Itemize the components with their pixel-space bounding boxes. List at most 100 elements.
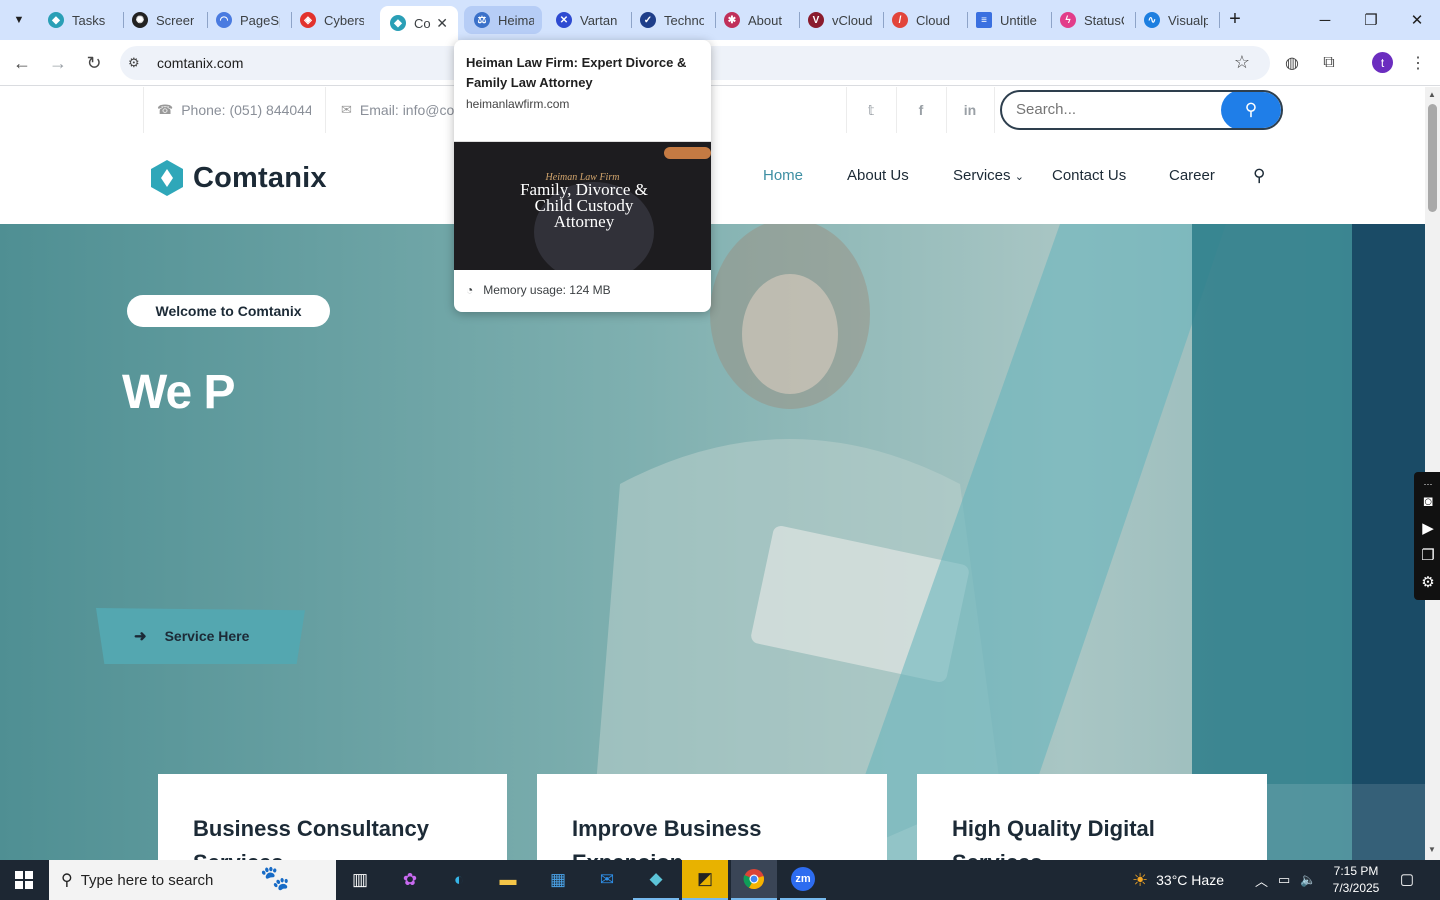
meerkat-illustration-icon: 🐾 bbox=[260, 865, 290, 892]
tab-about[interactable]: ✱ About bbox=[714, 6, 798, 34]
copilot-icon[interactable]: ✿ bbox=[387, 860, 433, 900]
reload-button[interactable]: ↻ bbox=[80, 49, 108, 77]
docs-icon: ≡ bbox=[976, 12, 992, 28]
taskbar-search-placeholder: Type here to search bbox=[80, 871, 214, 889]
network-icon[interactable]: ▭ bbox=[1278, 860, 1290, 900]
chevron-down-icon: ▼ bbox=[13, 14, 25, 26]
back-button[interactable]: ← bbox=[8, 49, 36, 77]
nav-contact-us[interactable]: Contact Us bbox=[1052, 167, 1126, 184]
service-here-button[interactable]: ➜ Service Here bbox=[96, 608, 305, 664]
scroll-up-icon[interactable]: ▲ bbox=[1428, 90, 1436, 99]
url-text[interactable]: comtanix.com bbox=[157, 55, 243, 71]
tab-label: Untitle bbox=[1000, 12, 1037, 28]
extensions-puzzle-icon[interactable]: ⧉ bbox=[1318, 52, 1340, 74]
weather-text: 33°C Haze bbox=[1156, 872, 1224, 888]
tab-techno[interactable]: ✓ Techno bbox=[630, 6, 714, 34]
tool-drag-icon[interactable]: ⋯ bbox=[1418, 474, 1438, 494]
phone-contact[interactable]: ☎ Phone: (051) 8440443 bbox=[157, 87, 311, 133]
tab-tasks[interactable]: ◆ Tasks bbox=[38, 6, 122, 34]
site-logo[interactable]: Comtanix bbox=[148, 159, 327, 197]
linkedin-icon[interactable]: in bbox=[959, 99, 981, 121]
chrome-logo-icon bbox=[743, 869, 764, 890]
nav-career[interactable]: Career bbox=[1169, 167, 1215, 184]
chevron-down-icon: ⌄ bbox=[1014, 171, 1024, 183]
feature-card-digital[interactable]: High Quality Digital Services bbox=[917, 774, 1267, 860]
zoom-icon[interactable]: zm bbox=[780, 860, 826, 900]
tab-strip: ▼ ◆ Tasks ✺ Screen ◠ PageSp ◈ Cybers ◆ C… bbox=[0, 0, 1440, 40]
email-contact[interactable]: ✉ Email: info@co bbox=[341, 87, 454, 133]
mail-icon[interactable]: ✉ bbox=[584, 860, 630, 900]
tab-pagespeed[interactable]: ◠ PageSp bbox=[206, 6, 290, 34]
feature-card-consultancy[interactable]: Business Consultancy Services bbox=[158, 774, 507, 860]
restore-button[interactable]: ❐ bbox=[1348, 0, 1394, 40]
taskbar-app-diamond-icon[interactable]: ◆ bbox=[633, 860, 679, 900]
settings-gear-icon[interactable]: ⚙ bbox=[1418, 573, 1438, 593]
start-button[interactable] bbox=[0, 860, 48, 900]
hero-title: We P bbox=[122, 366, 235, 419]
logo-text: Comtanix bbox=[193, 161, 327, 194]
weather-widget[interactable]: ☀ 33°C Haze bbox=[1132, 860, 1224, 900]
translate-globe-icon[interactable]: ◍ bbox=[1281, 52, 1303, 74]
tab-heiman[interactable]: ⚖ Heima bbox=[464, 6, 542, 34]
tab-statusc[interactable]: ϟ StatusC bbox=[1050, 6, 1134, 34]
taskbar-search[interactable]: ⚲ Type here to search 🐾 bbox=[49, 860, 336, 900]
tab-label: Techno bbox=[664, 12, 704, 28]
tab-label: Tasks bbox=[72, 12, 106, 28]
email-text: Email: info@co bbox=[359, 102, 454, 118]
camera-icon[interactable]: ◙ bbox=[1418, 492, 1438, 512]
scrollbar-thumb[interactable] bbox=[1428, 104, 1437, 212]
scroll-down-icon[interactable]: ▼ bbox=[1428, 845, 1436, 854]
tab-untitled[interactable]: ≡ Untitle bbox=[966, 6, 1050, 34]
tab-comtanix-active[interactable]: ◆ Co ✕ bbox=[380, 6, 458, 40]
nav-about-us[interactable]: About Us bbox=[847, 167, 909, 184]
nav-home[interactable]: Home bbox=[763, 167, 803, 184]
bookmark-star-icon[interactable]: ☆ bbox=[1234, 52, 1250, 73]
site-info-icon[interactable]: ⚙ bbox=[128, 55, 140, 71]
video-camera-icon[interactable]: ▶ bbox=[1418, 519, 1438, 539]
header-search-icon[interactable]: ⚲ bbox=[1253, 166, 1265, 186]
edge-icon[interactable]: ◐ bbox=[436, 860, 482, 900]
site-search-input[interactable] bbox=[1016, 101, 1216, 118]
site-search-button[interactable]: ⚲ bbox=[1221, 92, 1281, 128]
tab-label: Heima bbox=[498, 12, 534, 28]
close-window-button[interactable]: ✕ bbox=[1394, 0, 1440, 40]
store-icon[interactable]: ▦ bbox=[535, 860, 581, 900]
profile-avatar[interactable]: t bbox=[1372, 52, 1393, 73]
system-clock[interactable]: 7:15 PM 7/3/2025 bbox=[1316, 863, 1396, 897]
minimize-button[interactable]: ─ bbox=[1302, 0, 1348, 40]
tab-screen[interactable]: ✺ Screen bbox=[122, 6, 206, 34]
close-icon: ✕ bbox=[1410, 12, 1424, 29]
divider bbox=[946, 87, 947, 133]
arrow-left-icon: ← bbox=[13, 52, 31, 73]
tab-search-button[interactable]: ▼ bbox=[6, 7, 32, 33]
capture-side-toolbar: ⋯ ◙ ▶ ❐ ⚙ bbox=[1414, 472, 1440, 600]
close-tab-icon[interactable]: ✕ bbox=[436, 15, 448, 32]
volume-icon[interactable]: 🔈 bbox=[1300, 860, 1316, 900]
twitter-icon[interactable]: 𝕥 bbox=[860, 99, 882, 121]
file-explorer-icon[interactable]: ▬ bbox=[485, 860, 531, 900]
tab-cloud[interactable]: / Cloud bbox=[882, 6, 966, 34]
new-tab-button[interactable]: + bbox=[1222, 8, 1248, 32]
reload-icon: ↻ bbox=[86, 52, 102, 73]
facebook-icon[interactable]: f bbox=[910, 99, 932, 121]
tab-visualp[interactable]: ∿ Visualp bbox=[1134, 6, 1218, 34]
webpage-comtanix: ☎ Phone: (051) 8440443 ✉ Email: info@co … bbox=[0, 87, 1425, 860]
task-view-icon[interactable]: ▥ bbox=[337, 860, 383, 900]
notification-center-icon[interactable]: ▢ bbox=[1396, 870, 1418, 890]
tab-cybers[interactable]: ◈ Cybers bbox=[290, 6, 374, 34]
tab-label: vCloud bbox=[832, 12, 872, 28]
forward-button[interactable]: → bbox=[44, 49, 72, 77]
nav-services[interactable]: Services ⌄ bbox=[953, 167, 1024, 184]
menu-dots-icon[interactable]: ⋮ bbox=[1407, 52, 1429, 74]
chrome-icon[interactable] bbox=[731, 860, 777, 900]
tab-vcloud[interactable]: V vCloud bbox=[798, 6, 882, 34]
slash-logo-icon: / bbox=[892, 12, 908, 28]
feature-card-expansion[interactable]: Improve Business Expansion bbox=[537, 774, 887, 860]
window-copy-icon[interactable]: ❐ bbox=[1418, 546, 1438, 566]
tab-label: Cloud bbox=[916, 12, 950, 28]
sticky-notes-icon[interactable]: ◩ bbox=[682, 860, 728, 900]
tray-chevron-icon[interactable]: ︿ bbox=[1255, 860, 1268, 900]
check-pen-icon: ✓ bbox=[640, 12, 656, 28]
teal-diamond-icon: ◆ bbox=[48, 12, 64, 28]
tab-vartan[interactable]: ✕ Vartan bbox=[546, 6, 630, 34]
